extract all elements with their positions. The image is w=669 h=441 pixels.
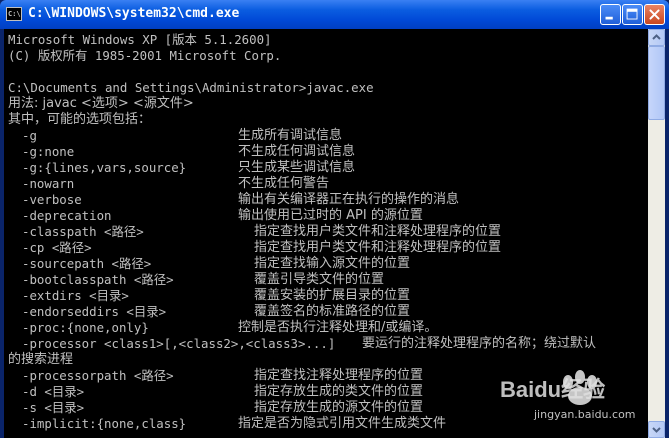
window-title: C:\WINDOWS\system32\cmd.exe: [28, 6, 240, 21]
usage-line: 用法: javac <选项> <源文件>: [8, 96, 194, 111]
close-button[interactable]: [644, 4, 665, 25]
maximize-button[interactable]: [622, 4, 643, 25]
option-description: 覆盖引导类文件的位置: [254, 272, 385, 287]
command-prompt: C:\Documents and Settings\Administrator>…: [8, 80, 374, 95]
scroll-up-button[interactable]: [648, 29, 665, 46]
option-description: 覆盖安装的扩展目录的位置: [254, 288, 411, 303]
option-flag: -g:{lines,vars,source}: [22, 160, 187, 175]
option-flag: -sourcepath <路径>: [22, 256, 152, 271]
option-description: 生成所有调试信息: [238, 128, 343, 143]
option-flag: -processorpath <路径>: [22, 368, 174, 383]
title-bar[interactable]: C:\ C:\WINDOWS\system32\cmd.exe: [0, 0, 669, 29]
option-flag: -g: [22, 128, 37, 143]
scroll-thumb[interactable]: [648, 46, 665, 120]
option-flag: -endorseddirs <目录>: [22, 304, 167, 319]
option-flag: -processor <class1>[,<class2>,<class3>..…: [22, 336, 336, 351]
option-description: 指定查找输入源文件的位置: [254, 256, 411, 271]
minimize-icon: [605, 16, 613, 20]
option-flag: -implicit:{none,class}: [22, 416, 187, 431]
option-description: 覆盖签名的标准路径的位置: [254, 304, 411, 319]
cmd-window: C:\ C:\WINDOWS\system32\cmd.exe Microsof…: [0, 0, 669, 438]
option-flag: -nowarn: [22, 176, 75, 191]
baidu-watermark: Baidu经验 jingyan.baidu.com: [500, 360, 650, 430]
chevron-down-icon: [652, 427, 661, 433]
option-description: 指定存放生成的类文件的位置: [254, 384, 424, 399]
option-flag: -verbose: [22, 192, 82, 207]
options-intro: 其中，可能的选项包括：: [8, 112, 152, 127]
minimize-button[interactable]: [600, 4, 621, 25]
option-description: 指定存放生成的源文件的位置: [254, 400, 424, 415]
option-description: 不生成任何警告: [238, 176, 330, 191]
option-description: 指定查找注释处理程序的位置: [254, 368, 424, 383]
option-description: 指定查找用户类文件和注释处理程序的位置: [254, 224, 502, 239]
option-description: 指定查找用户类文件和注释处理程序的位置: [254, 240, 502, 255]
option-description: 不生成任何调试信息: [238, 144, 356, 159]
close-icon: [649, 9, 660, 20]
watermark-brand: Baidu经验: [500, 377, 606, 402]
header-version: Microsoft Windows XP [版本 5.1.2600]: [8, 32, 272, 47]
option-flag: -g:none: [22, 144, 75, 159]
maximize-icon: [626, 8, 638, 20]
header-copyright: (C) 版权所有 1985-2001 Microsoft Corp.: [8, 48, 282, 63]
option-description: 的搜索进程: [8, 352, 74, 367]
option-description: 只生成某些调试信息: [238, 160, 356, 175]
cmd-icon[interactable]: C:\: [6, 7, 22, 21]
vertical-scrollbar[interactable]: [648, 29, 665, 438]
window-right-border: [665, 29, 669, 438]
option-description: 输出使用已过时的 API 的源位置: [238, 208, 423, 223]
option-flag: -cp <路径>: [22, 240, 92, 255]
option-flag: -proc:{none,only}: [22, 320, 149, 335]
option-flag: -classpath <路径>: [22, 224, 144, 239]
option-flag: -d <目录>: [22, 384, 85, 399]
watermark-url: jingyan.baidu.com: [534, 408, 636, 421]
option-flag: -s <目录>: [22, 400, 85, 415]
option-flag: -bootclasspath <路径>: [22, 272, 174, 287]
option-flag: -extdirs <目录>: [22, 288, 129, 303]
chevron-up-icon: [652, 34, 661, 40]
scroll-down-button[interactable]: [648, 421, 665, 438]
option-description: 指定是否为隐式引用文件生成类文件: [238, 416, 447, 431]
option-description: 要运行的注释处理程序的名称；绕过默认: [362, 336, 597, 351]
option-flag: -deprecation: [22, 208, 112, 223]
option-description: 控制是否执行注释处理和/或编译。: [238, 320, 438, 335]
option-description: 输出有关编译器正在执行的操作的消息: [238, 192, 460, 207]
